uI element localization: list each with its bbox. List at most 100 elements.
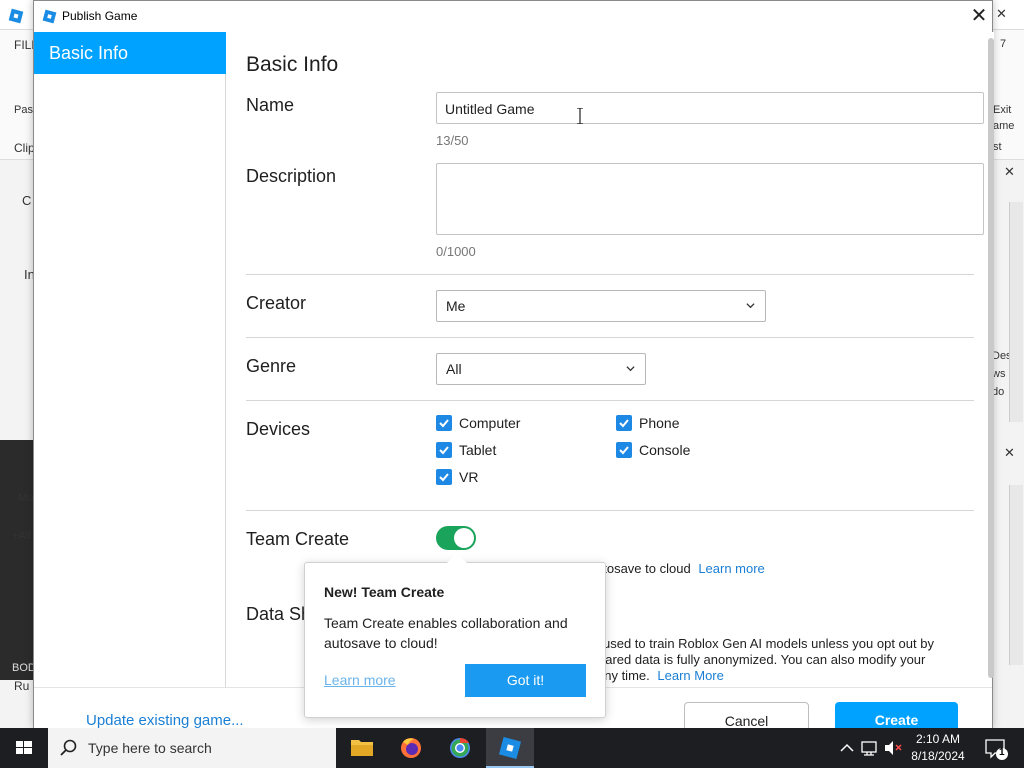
device-label: Console (639, 442, 691, 458)
team-create-learn-more-link[interactable]: Learn more (698, 561, 764, 576)
device-checkbox-tablet[interactable]: Tablet (436, 442, 496, 458)
bg-scrollbar-1[interactable] (1009, 202, 1023, 422)
devices-label: Devices (246, 419, 311, 439)
bg-panel2-close-icon[interactable]: ✕ (1004, 445, 1015, 461)
divider (246, 337, 974, 338)
sidebar-item-basic-info[interactable]: Basic Info (34, 32, 226, 74)
bg-tab-c[interactable]: C (22, 193, 31, 208)
device-checkbox-console[interactable]: Console (616, 442, 690, 458)
paste-label: Pas (14, 104, 33, 116)
bg-panel-close-icon[interactable]: ✕ (1004, 164, 1015, 180)
dialog-title: Publish Game (62, 9, 138, 23)
bg-dark-panel (0, 440, 33, 680)
network-icon (861, 741, 877, 756)
checkbox-checked-icon (436, 415, 452, 431)
chevron-up-icon (840, 743, 854, 752)
data-sharing-label: Data Sh (246, 604, 312, 624)
popup-body: Team Create enables collaboration and au… (324, 615, 568, 651)
roblox-studio-icon (42, 9, 57, 24)
exit-game-label-1: Exit (993, 104, 1012, 116)
taskbar-search-box[interactable]: Type here to search (48, 728, 336, 768)
firefox-icon (401, 738, 421, 758)
device-label: Phone (639, 415, 680, 431)
taskbar-roblox-studio[interactable] (486, 728, 534, 768)
action-center-button[interactable]: 1 (978, 728, 1014, 768)
chevron-down-icon (626, 366, 635, 372)
close-icon[interactable]: ✕ (967, 5, 991, 29)
dialog-titlebar: Publish Game ✕ (34, 1, 992, 32)
creator-select[interactable]: Me (436, 290, 766, 322)
clock-date: 8/18/2024 (911, 749, 965, 763)
bg-scrollbar-2[interactable] (1009, 485, 1023, 665)
windows-taskbar: Type here to search 2:10 AM 8/18/2024 1 (0, 728, 1024, 768)
popup-arrow (447, 553, 467, 563)
roblox-studio-icon (498, 736, 522, 760)
taskbar-clock[interactable]: 2:10 AM 8/18/2024 (905, 731, 971, 765)
tray-network[interactable] (859, 728, 881, 768)
name-input[interactable]: Untitled Game (436, 92, 984, 124)
checkbox-checked-icon (616, 415, 632, 431)
chevron-down-icon (746, 303, 755, 309)
windows-logo-icon (16, 741, 32, 754)
device-label: Computer (459, 415, 521, 431)
studio-close-icon[interactable]: ✕ (996, 6, 1007, 22)
dialog-sidebar: Basic Info (34, 32, 226, 687)
description-input[interactable] (436, 163, 984, 235)
name-label: Name (246, 95, 295, 115)
popup-title: New! Team Create (324, 584, 445, 600)
description-counter: 0/1000 (436, 244, 476, 259)
update-existing-game-link[interactable]: Update existing game... (86, 712, 244, 729)
start-button[interactable] (0, 728, 48, 768)
checkbox-checked-icon (436, 469, 452, 485)
tray-chevron-up[interactable] (836, 728, 858, 768)
team-create-toggle[interactable] (436, 526, 476, 550)
taskbar-file-explorer[interactable] (338, 728, 386, 768)
taskbar-chrome[interactable] (436, 728, 484, 768)
device-checkbox-phone[interactable]: Phone (616, 415, 679, 431)
name-counter: 13/50 (436, 133, 469, 148)
text-cursor-icon (577, 108, 583, 124)
data-sharing-line-2: hared data is fully anonymized. You can … (598, 652, 926, 667)
team-create-description: utosave to cloud Learn more (596, 561, 765, 576)
notification-count: 1 (999, 747, 1005, 758)
chrome-icon (450, 737, 470, 758)
ribbon-st: st (993, 141, 1002, 153)
folder-icon (351, 740, 373, 756)
creator-value: Me (446, 298, 466, 314)
search-icon (60, 739, 77, 756)
search-placeholder: Type here to search (88, 740, 212, 756)
bg-all: +All (12, 530, 31, 542)
data-sharing-line-3: any time. Learn More (597, 668, 724, 683)
tray-volume[interactable] (882, 728, 904, 768)
bg-run: Ru (14, 679, 30, 693)
device-checkbox-computer[interactable]: Computer (436, 415, 520, 431)
scrollbar-thumb[interactable] (988, 38, 994, 678)
volume-muted-icon (885, 741, 902, 755)
dialog-scrollbar[interactable] (988, 32, 994, 678)
clock-time: 2:10 AM (915, 732, 961, 746)
data-sharing-learn-more-link[interactable]: Learn More (657, 668, 723, 683)
got-it-button[interactable]: Got it! (465, 664, 586, 697)
creator-label: Creator (246, 293, 307, 313)
page-title: Basic Info (246, 53, 339, 76)
checkbox-checked-icon (436, 442, 452, 458)
device-label: VR (459, 469, 479, 485)
ribbon-seven: 7 (1000, 38, 1007, 50)
description-label: Description (246, 166, 337, 186)
clipboard-label: Clip (14, 141, 35, 155)
taskbar-firefox[interactable] (387, 728, 435, 768)
data-sharing-line-1: used to train Roblox Gen AI models unles… (603, 636, 934, 651)
genre-value: All (446, 361, 462, 377)
exit-game-label-2: ame (993, 120, 1015, 132)
popup-learn-more-link[interactable]: Learn more (324, 672, 396, 688)
device-label: Tablet (459, 442, 497, 458)
genre-select[interactable]: All (436, 353, 646, 385)
team-create-label: Team Create (246, 529, 350, 549)
bg-model: Mo (18, 492, 34, 504)
genre-label: Genre (246, 356, 297, 376)
team-create-popup: New! Team Create Team Create enables col… (304, 553, 606, 718)
divider (246, 510, 974, 511)
notification-icon (985, 739, 1008, 760)
checkbox-checked-icon (616, 442, 632, 458)
device-checkbox-vr[interactable]: VR (436, 469, 478, 485)
